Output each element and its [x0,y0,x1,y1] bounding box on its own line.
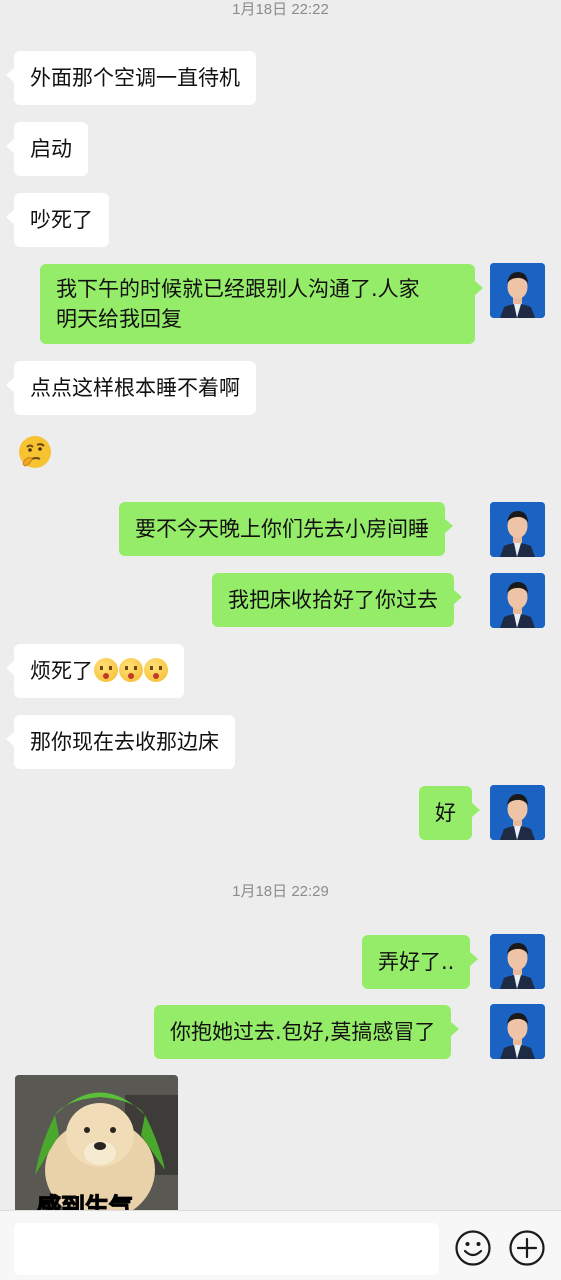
message-input[interactable] [14,1223,439,1275]
thinking-face-emoji[interactable] [17,434,53,470]
message-text: 点点这样根本睡不着啊 [30,376,240,400]
message-bubble-outgoing[interactable]: 要不今天晚上你们先去小房间睡 [119,502,453,556]
flushed-face-emoji [144,658,168,682]
avatar[interactable] [490,502,545,557]
message-text: 弄好了.. [378,950,455,974]
plus-circle-icon[interactable] [508,1229,546,1267]
message-bubble-outgoing[interactable]: 我下午的时候就已经跟别人沟通了.人家 明天给我回复 [40,264,483,344]
message-bubble-incoming[interactable]: 烦死了 [6,644,184,698]
dog-sticker-image[interactable]: 感到生气 [15,1075,178,1210]
avatar[interactable] [490,934,545,989]
avatar[interactable] [490,1004,545,1059]
chat-area[interactable]: 1月18日 22:22 外面那个空调一直待机 启动 吵死了 我下午的时候就已经跟… [0,0,561,1210]
message-text: 要不今天晚上你们先去小房间睡 [135,517,429,541]
flushed-face-emoji [119,658,143,682]
flushed-face-emoji [94,658,118,682]
message-text-line: 我下午的时候就已经跟别人沟通了.人家 [56,277,420,301]
message-text: 吵死了 [30,208,93,232]
avatar[interactable] [490,263,545,318]
message-bubble-outgoing[interactable]: 好 [419,786,480,840]
avatar[interactable] [490,785,545,840]
message-bubble-outgoing[interactable]: 我把床收拾好了你过去 [212,573,462,627]
message-text-line: 明天给我回复 [56,307,182,331]
message-bubble-incoming[interactable]: 点点这样根本睡不着啊 [6,361,256,415]
message-bubble-incoming[interactable]: 启动 [6,122,88,176]
message-text: 好 [435,801,456,825]
message-text: 你抱她过去.包好,莫搞感冒了 [170,1020,436,1044]
sticker-caption: 感到生气 [37,1193,133,1210]
avatar[interactable] [490,573,545,628]
timestamp: 1月18日 22:22 [232,1,329,18]
message-bubble-incoming[interactable]: 那你现在去收那边床 [6,715,235,769]
message-text: 我把床收拾好了你过去 [228,588,438,612]
timestamp: 1月18日 22:29 [232,883,329,900]
message-bubble-incoming[interactable]: 外面那个空调一直待机 [6,51,256,105]
message-text: 启动 [30,137,72,161]
message-text: 烦死了 [30,659,93,683]
message-bubble-outgoing[interactable]: 你抱她过去.包好,莫搞感冒了 [154,1005,460,1059]
message-bubble-outgoing[interactable]: 弄好了.. [362,935,479,989]
input-toolbar [0,1210,561,1280]
message-text: 那你现在去收那边床 [30,730,219,754]
smile-icon[interactable] [454,1229,492,1267]
message-text: 外面那个空调一直待机 [30,66,240,90]
message-bubble-incoming[interactable]: 吵死了 [6,193,109,247]
